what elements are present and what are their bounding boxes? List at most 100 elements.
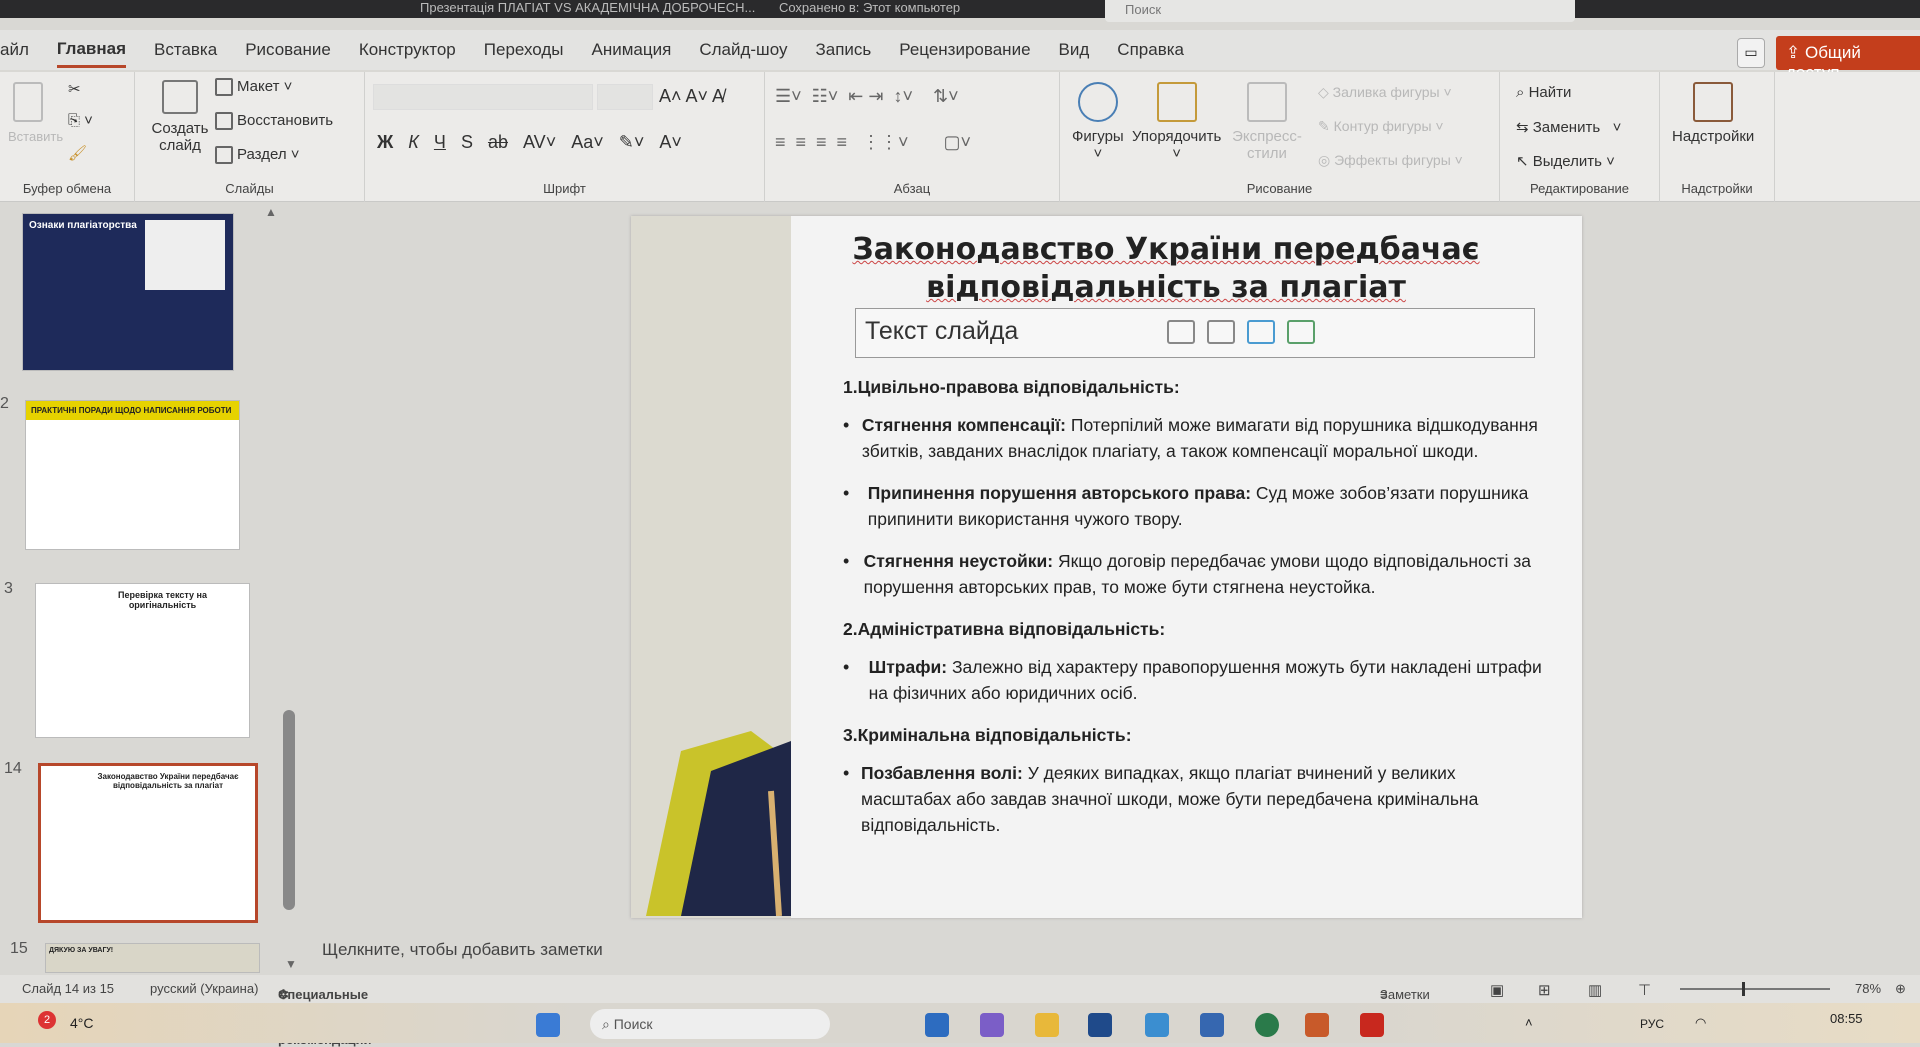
explorer-icon[interactable] — [1035, 1013, 1059, 1037]
find-button[interactable]: ⌕ Найти — [1516, 84, 1571, 101]
replace-button[interactable]: ⇆ Заменить ˅ — [1516, 118, 1621, 136]
font-color-icon[interactable]: A — [659, 132, 671, 152]
reading-view-icon[interactable]: ▥ — [1588, 981, 1602, 999]
thumbnail-slide-3[interactable]: Перевірка тексту на оригінальність — [35, 583, 250, 738]
copilot-icon[interactable] — [980, 1013, 1004, 1037]
comments-button[interactable]: ▭ — [1737, 38, 1765, 68]
input-language[interactable]: РУС — [1640, 1017, 1664, 1031]
paste-icon — [13, 82, 43, 122]
slide-sorter-icon[interactable]: ⊞ — [1538, 981, 1551, 999]
search-box[interactable]: Поиск — [1105, 0, 1575, 22]
cut-icon[interactable]: ✂ — [68, 80, 81, 98]
thumbnail-slide-14-selected[interactable]: Законодавство України передбачає відпові… — [38, 763, 258, 923]
weather-temp[interactable]: 4°C — [70, 1015, 94, 1031]
status-bar: Слайд 14 из 15 русский (Украина) ✲ Специ… — [0, 975, 1920, 1047]
addins-button[interactable]: Надстройки — [1672, 82, 1754, 145]
wifi-icon[interactable]: ◠ — [1695, 1015, 1706, 1031]
arrange-button[interactable]: Упорядочить ˅ — [1132, 82, 1221, 162]
font-format-buttons[interactable]: Ж К Ч S ab AV˅ Aa˅ ✎˅ A˅ — [377, 132, 682, 153]
shadow-button[interactable]: S — [461, 132, 473, 152]
tab-file[interactable]: айл — [0, 34, 29, 66]
powerpoint-icon[interactable] — [1305, 1013, 1329, 1037]
fit-slide-icon[interactable]: ⊕ — [1895, 981, 1906, 997]
group-font: A˄ A˅ A̸ Ж К Ч S ab AV˅ Aa˅ ✎˅ A˅ Шрифт — [365, 72, 765, 202]
store-icon[interactable] — [1088, 1013, 1112, 1037]
tab-design[interactable]: Конструктор — [359, 34, 456, 66]
zoom-slider-handle[interactable] — [1742, 982, 1745, 996]
tab-slideshow[interactable]: Слайд-шоу — [699, 34, 787, 66]
start-icon[interactable] — [536, 1013, 560, 1037]
tray-chevron-icon[interactable]: ˄ — [1525, 1015, 1533, 1030]
tab-transitions[interactable]: Переходы — [484, 34, 564, 66]
zoom-slider[interactable] — [1680, 988, 1830, 990]
shape-fill-button[interactable]: ◇ Заливка фигуры ˅ — [1318, 84, 1452, 101]
tab-review[interactable]: Рецензирование — [899, 34, 1030, 66]
shape-outline-button[interactable]: ✎ Контур фигуры ˅ — [1318, 118, 1444, 135]
font-size-select[interactable] — [597, 84, 653, 110]
textbox-placeholder: Текст слайда — [865, 317, 1019, 345]
spacing-button[interactable]: AV — [523, 132, 546, 152]
format-painter-icon[interactable]: 🖌 — [68, 144, 87, 162]
tab-home[interactable]: Главная — [56, 33, 127, 68]
language-indicator[interactable]: русский (Украина) — [150, 981, 258, 996]
thumbnail-slide-2[interactable]: ПРАКТИЧНІ ПОРАДИ ЩОДО НАПИСАННЯ РОБОТИ — [25, 400, 240, 550]
notes-placeholder[interactable]: Щелкните, чтобы добавить заметки — [322, 940, 603, 960]
tab-insert[interactable]: Вставка — [154, 34, 217, 66]
whatsapp-icon[interactable] — [1255, 1013, 1279, 1037]
scroll-down-icon[interactable]: ▼ — [285, 957, 297, 971]
highlight-icon[interactable]: ✎ — [619, 132, 634, 152]
smartart-icon[interactable] — [1287, 320, 1316, 345]
app-icon[interactable] — [1145, 1013, 1169, 1037]
section-button[interactable]: Раздел ˅ — [215, 146, 300, 165]
align-buttons[interactable]: ≡ ≡ ≡ ≡ ⋮⋮˅ ▢˅ — [775, 132, 971, 153]
slide-thumbnails-pane: Ознаки плагіаторства 2 ПРАКТИЧНІ ПОРАДИ … — [0, 205, 300, 975]
shapes-button[interactable]: Фигуры ˅ — [1072, 82, 1124, 162]
stock-images-icon[interactable] — [1207, 320, 1236, 345]
section-heading: 3.Кримінальна відповідальність: — [843, 725, 1132, 745]
italic-button[interactable]: К — [408, 132, 419, 152]
taskbar-search[interactable]: ⌕ Поиск — [590, 1009, 830, 1039]
strikethrough-button[interactable]: ab — [488, 132, 508, 152]
slide-title[interactable]: Законодавство України передбачає відпові… — [831, 231, 1501, 307]
arrange-icon — [1156, 82, 1197, 122]
case-button[interactable]: Aa — [571, 132, 593, 152]
group-label: Абзац — [893, 181, 931, 196]
edge-icon[interactable] — [925, 1013, 949, 1037]
layout-button[interactable]: Макет ˅ — [215, 78, 292, 97]
thumbnail-slide-15[interactable]: ДЯКУЮ ЗА УВАГУ! — [45, 943, 260, 973]
icons-icon[interactable] — [1247, 320, 1276, 345]
slide-textbox[interactable]: Текст слайда — [855, 308, 1535, 358]
font-size-controls[interactable]: A˄ A˅ A̸ — [659, 86, 724, 107]
pdf-icon[interactable] — [1360, 1013, 1384, 1037]
underline-button[interactable]: Ч — [434, 132, 446, 152]
zoom-level[interactable]: 78% — [1855, 981, 1881, 996]
scroll-up-icon[interactable]: ▲ — [265, 205, 277, 219]
normal-view-icon[interactable]: ▣ — [1490, 981, 1504, 999]
paste-button[interactable]: Вставить — [8, 82, 63, 145]
tab-draw[interactable]: Рисование — [245, 34, 331, 66]
tab-view[interactable]: Вид — [1059, 34, 1090, 66]
clock[interactable]: 08:55 — [1830, 1011, 1863, 1026]
copy-icon[interactable]: ⎘ ˅ — [68, 112, 93, 129]
new-slide-button[interactable]: Создать слайд — [145, 80, 215, 154]
insert-picture-icon[interactable] — [1167, 320, 1196, 345]
app-icon-2[interactable] — [1200, 1013, 1224, 1037]
quick-styles-button[interactable]: Экспресс-стили — [1232, 82, 1302, 162]
font-name-select[interactable] — [373, 84, 593, 110]
reset-button[interactable]: Восстановить — [215, 112, 333, 131]
share-button[interactable]: ⇪ Общий доступ — [1776, 36, 1920, 82]
thumbnails-scrollbar[interactable] — [283, 710, 295, 910]
tab-record[interactable]: Запись — [815, 34, 871, 66]
addins-icon — [1693, 82, 1734, 122]
slideshow-icon[interactable]: ⊤ — [1638, 981, 1651, 999]
slide-canvas[interactable]: Законодавство України передбачає відпові… — [631, 216, 1582, 918]
select-button[interactable]: ↖ Выделить ˅ — [1516, 152, 1615, 170]
share-icon: ⇪ — [1786, 43, 1805, 62]
tab-help[interactable]: Справка — [1117, 34, 1184, 66]
list-buttons[interactable]: ☰˅ ☷˅ ⇤ ⇥ ↕˅ ⇅˅ — [775, 86, 959, 107]
tab-animations[interactable]: Анимация — [592, 34, 672, 66]
shape-effects-button[interactable]: ◎ Эффекты фигуры ˅ — [1318, 152, 1463, 169]
bold-button[interactable]: Ж — [377, 132, 393, 152]
slide-body[interactable]: 1.Цивільно-правова відповідальність: • Ст… — [843, 366, 1543, 854]
thumbnail-slide-1[interactable]: Ознаки плагіаторства — [22, 213, 234, 371]
